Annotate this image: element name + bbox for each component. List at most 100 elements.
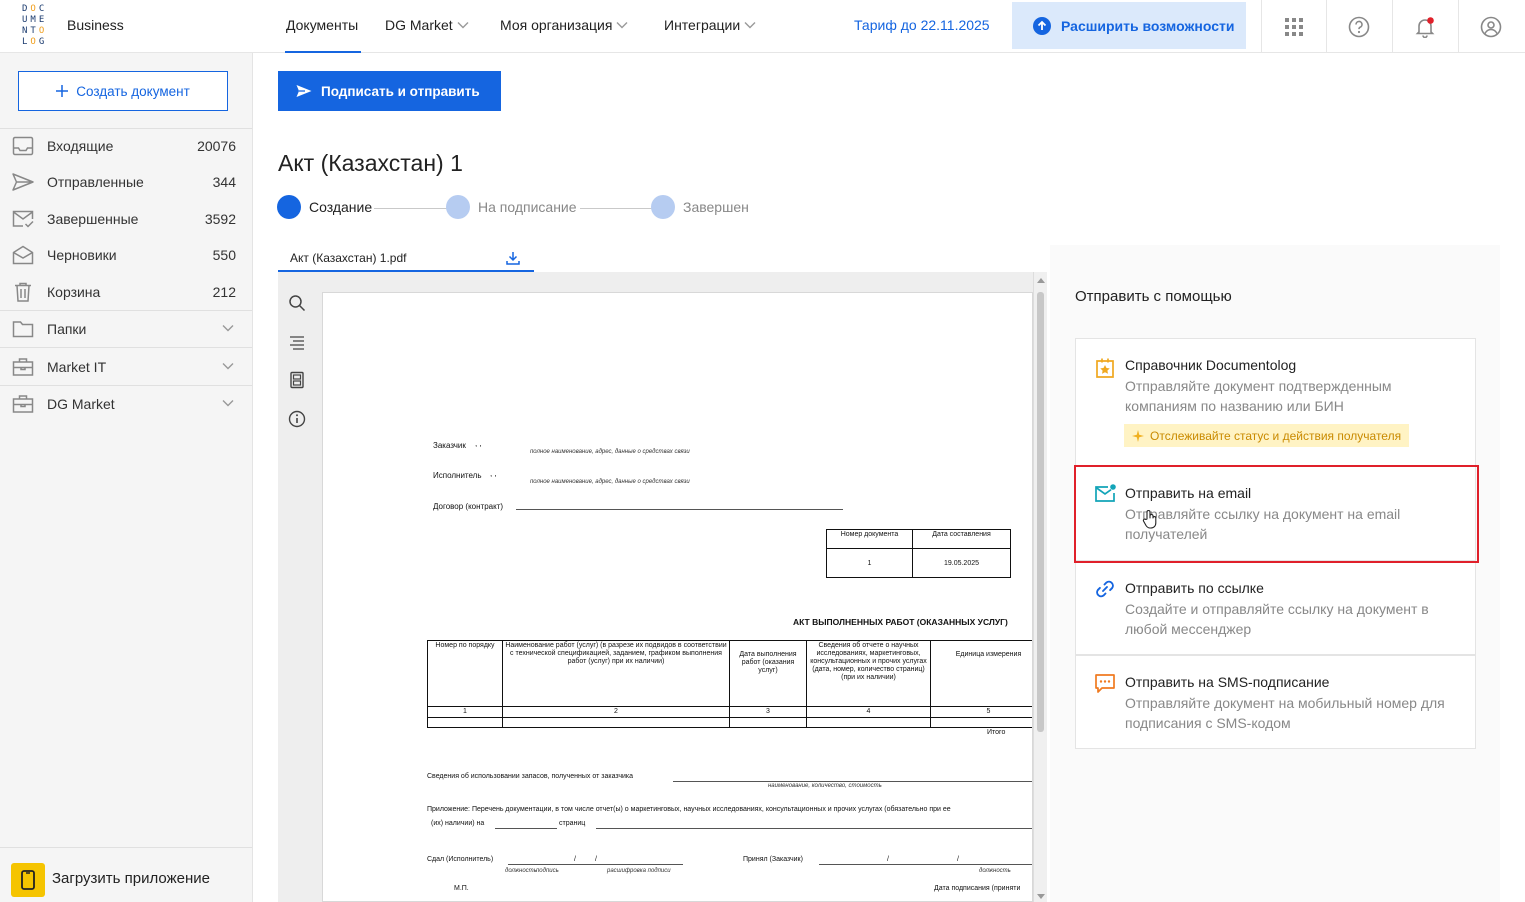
option-description: Отправляйте документ на мобильный номер … xyxy=(1125,695,1445,731)
slash: / xyxy=(957,856,959,863)
expand-features-label: Расширить возможности xyxy=(1061,17,1235,34)
col-number: 2 xyxy=(502,706,730,718)
download-app-label: Загрузить приложение xyxy=(52,870,210,887)
contract-line xyxy=(516,509,843,510)
sidebar-item-label: Папки xyxy=(47,321,87,337)
reserves-line xyxy=(673,781,1032,782)
chevron-down-icon xyxy=(222,325,234,332)
col-header: Сведения об отчете о научных исследовани… xyxy=(806,640,931,707)
zoom-search-icon[interactable] xyxy=(288,294,306,312)
scroll-up-icon[interactable] xyxy=(1037,277,1045,283)
doc-number: 1 xyxy=(826,548,913,578)
slash: / xyxy=(887,856,889,863)
sidebar: Создать документ Входящие 20076 Отправле… xyxy=(0,53,253,902)
col-number: 5 xyxy=(930,706,1032,718)
scrollbar-thumb[interactable] xyxy=(1037,292,1044,732)
step-label: На подписание xyxy=(478,199,577,215)
nav-label: Интеграции xyxy=(664,17,741,33)
viewer-scrollbar[interactable] xyxy=(1033,272,1047,902)
send-option-link[interactable]: Отправить по ссылке Создайте и отправляй… xyxy=(1075,561,1476,655)
signature-hint: подпись xyxy=(536,868,559,874)
contract-label: Договор (контракт) xyxy=(433,502,504,511)
table-cell xyxy=(427,717,503,728)
sms-icon xyxy=(1095,674,1115,693)
col-header: Наименование работ (услуг) (в разрезе их… xyxy=(502,640,730,707)
option-title: Справочник Documentolog xyxy=(1125,357,1297,373)
sidebar-item-inbox[interactable]: Входящие 20076 xyxy=(0,128,252,164)
customer-label: Заказчик xyxy=(433,441,466,450)
chevron-down-icon xyxy=(457,22,469,29)
pages-line xyxy=(495,828,557,829)
step-creation: Создание xyxy=(277,195,372,219)
step-signing: На подписание xyxy=(446,195,577,219)
help-icon xyxy=(1348,16,1370,37)
tariff-link[interactable]: Тариф до 22.11.2025 xyxy=(854,17,990,33)
file-tab[interactable]: Акт (Казахстан) 1.pdf xyxy=(278,245,534,272)
send-icon xyxy=(296,85,312,97)
sign-and-send-label: Подписать и отправить xyxy=(321,83,480,99)
nav-dg-market[interactable]: DG Market xyxy=(385,17,469,33)
sidebar-item-count: 3592 xyxy=(204,211,236,227)
sidebar-item-folders[interactable]: Папки xyxy=(0,311,252,347)
nav-documents[interactable]: Документы xyxy=(286,17,358,33)
works-table: Номер по порядку Наименование работ (усл… xyxy=(427,640,1032,728)
sidebar-item-label: Завершенные xyxy=(47,211,139,227)
option-title: Отправить по ссылке xyxy=(1125,580,1264,596)
act-title: АКТ ВЫПОЛНЕННЫХ РАБОТ (ОКАЗАННЫХ УСЛУГ) xyxy=(793,617,1008,627)
chevron-down-icon xyxy=(222,363,234,370)
sidebar-item-sent[interactable]: Отправленные 344 xyxy=(0,164,252,200)
nav-label: Документы xyxy=(286,17,359,33)
download-app-bar[interactable]: Загрузить приложение xyxy=(0,847,252,902)
apps-grid-icon xyxy=(1285,17,1303,36)
col-header: Номер по порядку xyxy=(427,640,503,707)
send-panel-title: Отправить с помощью xyxy=(1075,288,1232,305)
step-dot-pending xyxy=(446,195,470,219)
nav-my-organization[interactable]: Моя организация xyxy=(500,17,628,33)
number-header: Номер документа xyxy=(826,529,913,549)
help-button[interactable] xyxy=(1326,0,1391,53)
sidebar-item-market-it[interactable]: Market IT xyxy=(0,349,252,385)
slash: / xyxy=(574,856,576,863)
executor-value: , , xyxy=(490,469,497,478)
nav-integrations[interactable]: Интеграции xyxy=(664,17,756,33)
briefcase-icon xyxy=(12,395,34,413)
decoding-hint: расшифровка подписи xyxy=(607,868,671,874)
draft-envelope-icon xyxy=(12,245,34,265)
trash-icon xyxy=(15,282,31,302)
sidebar-item-completed[interactable]: Завершенные 3592 xyxy=(0,201,252,237)
col-number: 4 xyxy=(806,706,931,718)
create-document-button[interactable]: Создать документ xyxy=(18,71,228,111)
logo[interactable]: DOC UME NTO LOG xyxy=(22,4,56,48)
customer-value: , , xyxy=(475,439,482,448)
stepper-line xyxy=(374,208,448,209)
customer-hint: полное наименование, адрес, данные о сре… xyxy=(530,449,690,455)
create-document-label: Создать документ xyxy=(76,83,190,99)
chevron-down-icon xyxy=(616,22,628,29)
reserves-hint: наименование, количество, стоимость xyxy=(768,783,882,789)
info-icon[interactable] xyxy=(288,410,306,428)
col-header: Единица измерения xyxy=(930,640,1032,707)
user-menu-button[interactable] xyxy=(1458,0,1523,53)
sidebar-item-drafts[interactable]: Черновики 550 xyxy=(0,237,252,273)
sign-and-send-button[interactable]: Подписать и отправить xyxy=(278,71,501,111)
step-dot-active xyxy=(277,195,301,219)
sidebar-item-label: Market IT xyxy=(47,359,107,375)
expand-features-button[interactable]: Расширить возможности xyxy=(1012,2,1246,49)
notifications-button[interactable] xyxy=(1392,0,1457,53)
sidebar-item-dg-market[interactable]: DG Market xyxy=(0,386,252,422)
thumbnails-icon[interactable] xyxy=(288,371,306,389)
sidebar-item-label: Отправленные xyxy=(47,174,144,190)
send-option-sms[interactable]: Отправить на SMS-подписание Отправляйте … xyxy=(1075,655,1476,749)
sidebar-item-trash[interactable]: Корзина 212 xyxy=(0,274,252,310)
table-cell xyxy=(930,717,1032,728)
upgrade-arrow-icon xyxy=(1033,16,1051,35)
apps-grid-button[interactable] xyxy=(1261,0,1326,53)
download-icon[interactable] xyxy=(506,251,520,265)
scroll-down-icon[interactable] xyxy=(1037,894,1045,900)
briefcase-icon xyxy=(12,358,34,376)
sidebar-item-count: 344 xyxy=(212,174,236,190)
position-hint: должность xyxy=(979,868,1011,874)
text-outline-icon[interactable] xyxy=(288,333,306,351)
hand-cursor-icon xyxy=(1142,510,1157,529)
page-title: Акт (Казахстан) 1 xyxy=(278,150,463,176)
